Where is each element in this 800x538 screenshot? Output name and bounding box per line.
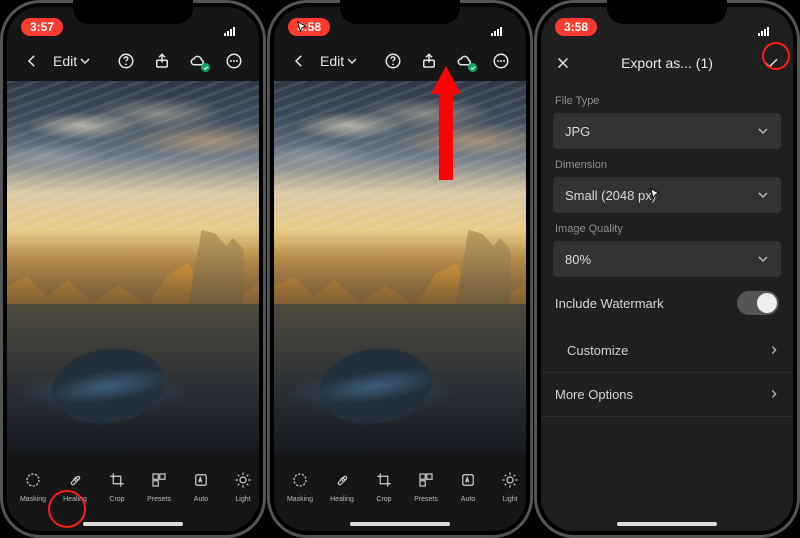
- screen: 3:58 Edit Masking Healing Crop Presets A…: [274, 7, 526, 531]
- tool-presets[interactable]: Presets: [139, 467, 179, 503]
- dimension-select[interactable]: Small (2048 px): [553, 177, 781, 213]
- tool-masking[interactable]: Masking: [280, 467, 320, 503]
- file-type-select[interactable]: JPG: [553, 113, 781, 149]
- tool-strip: Masking Healing Crop Presets Auto Light …: [274, 453, 526, 517]
- notch: [340, 0, 460, 24]
- photo-canvas[interactable]: [274, 81, 526, 453]
- share-icon[interactable]: [147, 46, 177, 76]
- quality-select[interactable]: 80%: [553, 241, 781, 277]
- phone-frame: 3:57 Edit Masking Healing Crop Presets A…: [0, 0, 266, 538]
- customize-row[interactable]: Customize: [541, 329, 793, 372]
- file-type-label: File Type: [541, 85, 793, 113]
- watermark-toggle[interactable]: [737, 291, 779, 315]
- annotation-ring-healing: [48, 490, 86, 528]
- edit-label-text: Edit: [53, 53, 77, 69]
- back-icon[interactable]: [17, 46, 47, 76]
- status-indicators: [490, 22, 512, 32]
- tool-auto[interactable]: Auto: [181, 467, 221, 503]
- status-indicators: [223, 22, 245, 32]
- annotation-arrow-share: [429, 60, 463, 185]
- phone-frame: 3:58 Edit Masking Healing Crop Presets A…: [267, 0, 533, 538]
- cursor-icon: [649, 187, 663, 204]
- home-indicator[interactable]: [541, 517, 793, 531]
- back-icon[interactable]: [284, 46, 314, 76]
- tool-masking[interactable]: Masking: [13, 467, 53, 503]
- tool-presets[interactable]: Presets: [406, 467, 446, 503]
- chevron-right-icon: [769, 343, 779, 358]
- quality-label: Image Quality: [541, 213, 793, 241]
- screen: 3:58 Export as... (1) File Type JPG Dime…: [541, 7, 793, 531]
- photo-canvas[interactable]: [7, 81, 259, 453]
- tool-strip: Masking Healing Crop Presets Auto Light: [7, 453, 259, 517]
- watermark-label: Include Watermark: [555, 296, 664, 311]
- help-icon[interactable]: [378, 46, 408, 76]
- export-title: Export as... (1): [541, 55, 793, 71]
- status-time: 3:57: [21, 18, 63, 36]
- app-header: Edit: [274, 41, 526, 81]
- edit-label-text: Edit: [320, 53, 344, 69]
- more-icon[interactable]: [219, 46, 249, 76]
- screen: 3:57 Edit Masking Healing Crop Presets A…: [7, 7, 259, 531]
- edit-dropdown[interactable]: Edit: [320, 53, 357, 69]
- watermark-row: Include Watermark: [541, 277, 793, 329]
- tool-healing[interactable]: Healing: [322, 467, 362, 503]
- phone-frame: 3:58 Export as... (1) File Type JPG Dime…: [534, 0, 800, 538]
- chevron-right-icon: [769, 387, 779, 402]
- cursor-icon: [296, 20, 310, 39]
- tool-crop[interactable]: Crop: [364, 467, 404, 503]
- notch: [607, 0, 727, 24]
- status-indicators: [757, 22, 779, 32]
- annotation-ring-confirm: [762, 42, 790, 70]
- more-icon[interactable]: [486, 46, 516, 76]
- tool-crop[interactable]: Crop: [97, 467, 137, 503]
- home-indicator[interactable]: [274, 517, 526, 531]
- tool-light[interactable]: Light: [223, 467, 259, 503]
- cloud-sync-icon[interactable]: [183, 46, 213, 76]
- app-header: Edit: [7, 41, 259, 81]
- export-panel: Export as... (1) File Type JPG Dimension…: [541, 41, 793, 517]
- dimension-label: Dimension: [541, 149, 793, 177]
- edit-dropdown[interactable]: Edit: [53, 53, 90, 69]
- status-time: 3:58: [555, 18, 597, 36]
- tool-light[interactable]: Light: [490, 467, 526, 503]
- notch: [73, 0, 193, 24]
- tool-auto[interactable]: Auto: [448, 467, 488, 503]
- help-icon[interactable]: [111, 46, 141, 76]
- home-indicator[interactable]: [7, 517, 259, 531]
- export-header: Export as... (1): [541, 41, 793, 85]
- more-options-row[interactable]: More Options: [541, 373, 793, 416]
